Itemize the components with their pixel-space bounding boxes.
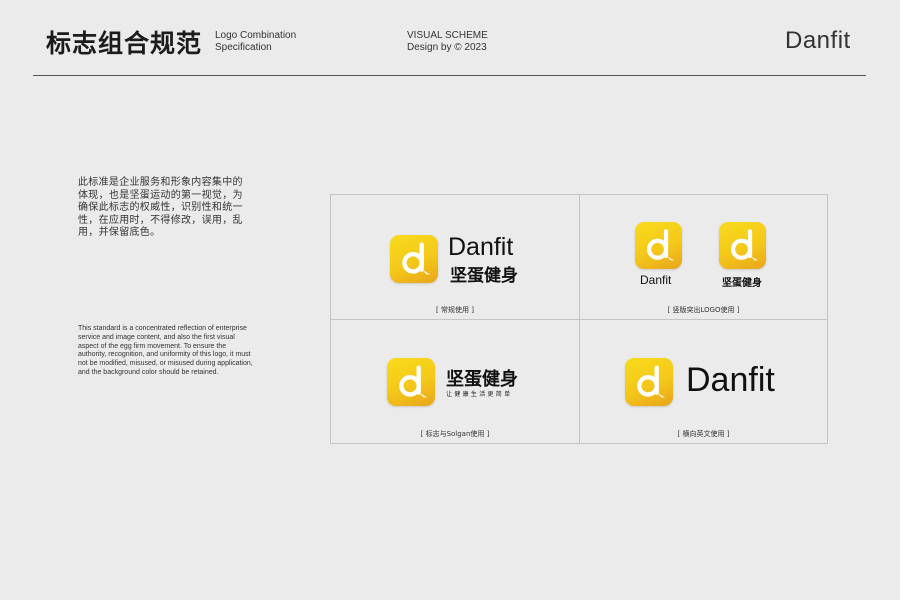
page-subtitle: Logo Combination Specification (215, 30, 296, 54)
d-letter-icon (637, 365, 666, 398)
horizontal-en-usage-panel: Danfit [ 横向英文使用 ] (580, 320, 827, 443)
caption-standard: [ 常规使用 ] (436, 306, 474, 314)
d-letter-icon (646, 229, 675, 261)
wordmark-en: Danfit (448, 233, 514, 261)
standard-usage-panel: Danfit 坚蛋健身 [ 常规使用 ] (331, 195, 580, 320)
scheme-info: VISUAL SCHEME Design by © 2023 (407, 30, 488, 54)
brand-logo: Danfit (785, 27, 851, 54)
d-letter-icon (730, 229, 759, 261)
slogan-usage-panel: 坚蛋健身 让健康生活更简单 [ 标志与Solgan使用 ] (331, 320, 580, 443)
subtitle-line-2: Specification (215, 42, 272, 53)
wordmark-cn: 坚蛋健身 (450, 266, 518, 286)
danfit-d-app-icon (387, 358, 435, 406)
description-en: This standard is a concentrated reflecti… (78, 325, 253, 376)
wordmark-cn: 坚蛋健身 (446, 369, 518, 390)
slogan-text: 让健康生活更简单 (446, 391, 513, 398)
wordmark-en-small: Danfit (640, 273, 672, 287)
description-cn: 此标准是企业服务和形象内容集中的体现，也是坚蛋运动的第一视觉，为确保此标志的权威… (78, 177, 243, 238)
vertical-usage-panel: Danfit 坚蛋健身 [ 竖版突出LOGO使用 ] (580, 195, 827, 320)
header-divider (33, 75, 866, 76)
d-letter-icon (399, 365, 428, 398)
subtitle-line-1: Logo Combination (215, 30, 297, 41)
caption-vertical: [ 竖版突出LOGO使用 ] (667, 306, 740, 314)
scheme-label: VISUAL SCHEME (407, 30, 488, 41)
d-letter-icon (402, 242, 431, 275)
danfit-d-app-icon (390, 235, 438, 283)
wordmark-en-large: Danfit (686, 361, 775, 399)
design-credit: Design by © 2023 (407, 42, 487, 53)
danfit-d-app-icon (719, 222, 766, 269)
caption-slogan: [ 标志与Solgan使用 ] (420, 430, 490, 438)
logo-combination-grid: Danfit 坚蛋健身 [ 常规使用 ] Danfit 坚蛋健身 [ 竖版突出L… (330, 194, 828, 444)
page-title: 标志组合规范 (46, 29, 203, 58)
wordmark-cn-small: 坚蛋健身 (722, 278, 762, 289)
caption-horizontal-en: [ 横向英文使用 ] (677, 430, 730, 438)
header: 标志组合规范 Logo Combination Specification VI… (0, 0, 900, 76)
danfit-d-app-icon (625, 358, 673, 406)
danfit-d-app-icon (635, 222, 682, 269)
